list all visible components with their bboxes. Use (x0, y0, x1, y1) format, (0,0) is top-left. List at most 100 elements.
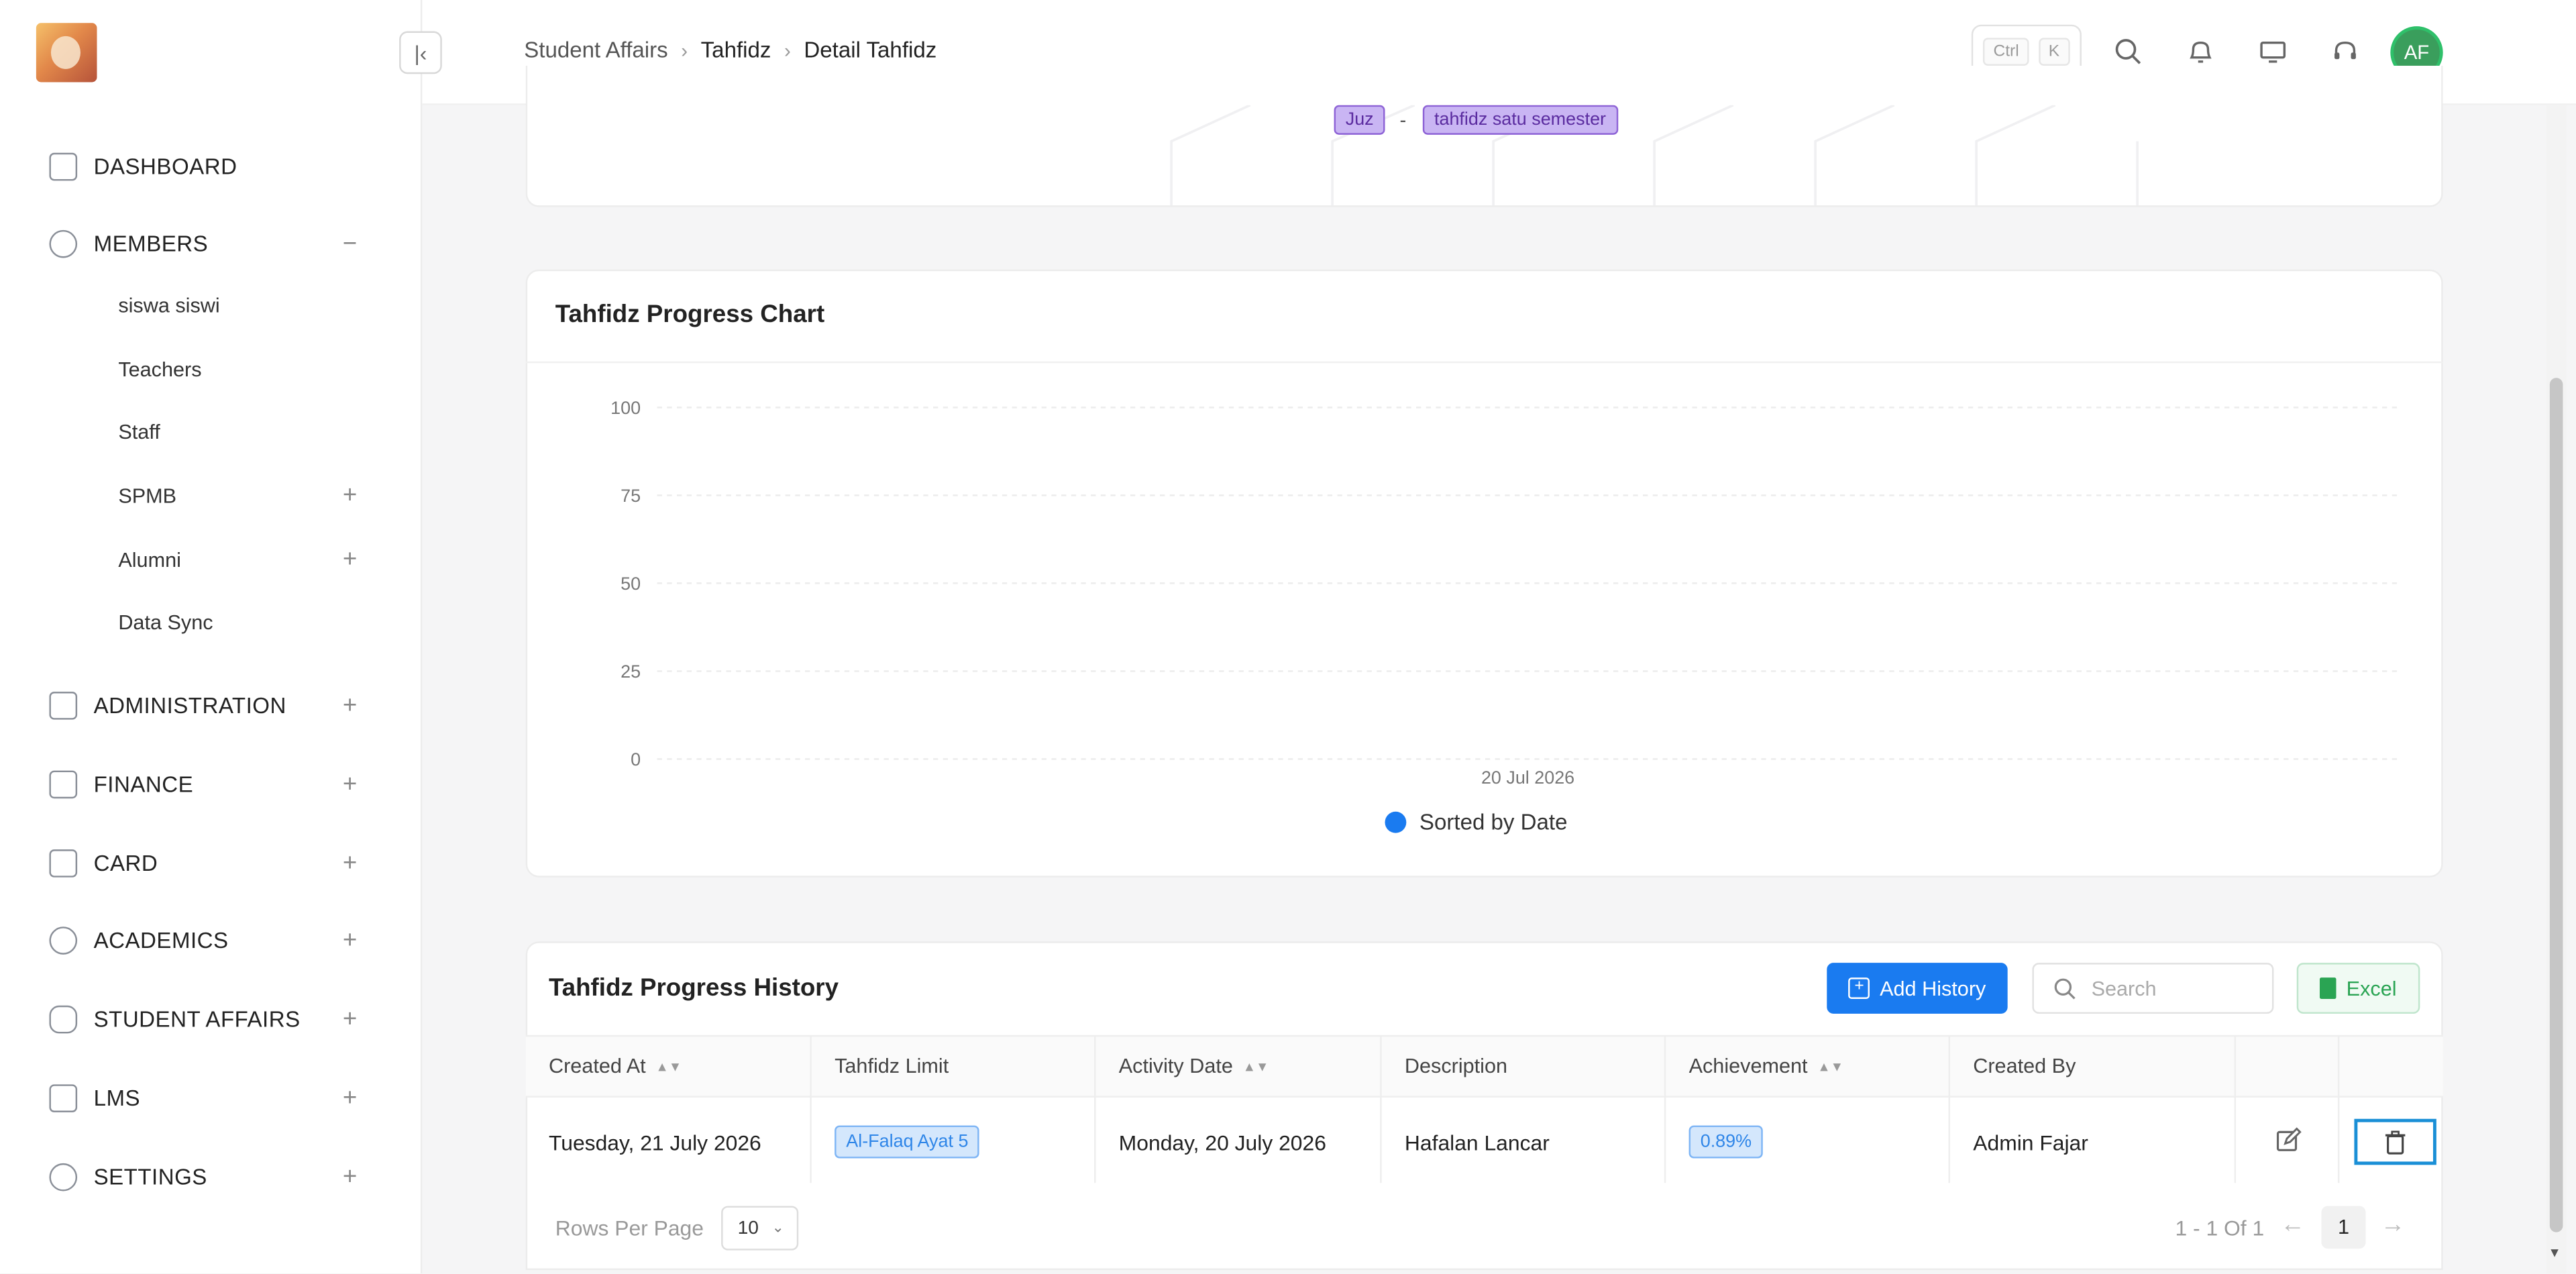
sidebar-item-label: STUDENT AFFAIRS (93, 1006, 301, 1031)
expand-icon[interactable]: + (338, 545, 361, 574)
breadcrumb-student-affairs[interactable]: Student Affairs (524, 38, 667, 62)
expand-icon[interactable]: + (338, 1163, 361, 1191)
column-header-label: Description (1404, 1055, 1508, 1078)
expand-icon[interactable]: + (338, 1083, 361, 1112)
expand-icon[interactable]: + (338, 482, 361, 510)
add-history-label: Add History (1880, 976, 1986, 1000)
pagination-range: 1 - 1 Of 1 (2175, 1216, 2265, 1240)
rows-per-page-value: 10 (737, 1218, 759, 1238)
sidebar-item-lms[interactable]: LMS + (0, 1073, 422, 1122)
column-header-label: Created By (1973, 1055, 2076, 1078)
juz-tag: Juz (1334, 105, 1385, 135)
achievement-badge: 0.89% (1688, 1125, 1764, 1159)
expand-icon[interactable]: + (338, 926, 361, 954)
sidebar-subitem-staff[interactable]: Staff (118, 421, 160, 443)
column-header-description: Description (1405, 1035, 1507, 1098)
dashboard-icon (49, 152, 78, 180)
delete-button[interactable] (2354, 1118, 2436, 1165)
sidebar-subitem-siswa[interactable]: siswa siswi (118, 294, 219, 317)
expand-icon[interactable]: + (338, 691, 361, 719)
tahfidz-limit-badge: Al-Falaq Ayat 5 (835, 1125, 980, 1159)
bell-icon[interactable] (2187, 38, 2215, 66)
column-header-label: Created At (548, 1055, 646, 1078)
breadcrumb-detail: Detail Tahfidz (804, 38, 937, 63)
column-header-achievement[interactable]: Achievement ▲▼ (1689, 1035, 1843, 1098)
legend-marker (1385, 811, 1407, 833)
sort-icon[interactable]: ▲▼ (1243, 1059, 1269, 1073)
sidebar-subitem-alumni[interactable]: Alumni (118, 549, 181, 572)
chart-title: Tahfidz Progress Chart (555, 301, 825, 329)
rows-per-page-select[interactable]: 10 ⌄ (721, 1206, 799, 1251)
edit-icon[interactable] (2275, 1127, 2302, 1153)
trash-icon (2385, 1130, 2406, 1155)
sidebar-item-label: CARD (93, 850, 158, 875)
rows-per-page-label: Rows Per Page (555, 1216, 704, 1240)
cell-created-at: Tuesday, 21 July 2026 (548, 1129, 761, 1155)
sidebar-item-academics[interactable]: ACADEMICS + (0, 915, 422, 964)
sidebar-item-label: ADMINISTRATION (93, 692, 286, 717)
sort-icon[interactable]: ▲▼ (655, 1059, 682, 1073)
column-header-activity-date[interactable]: Activity Date ▲▼ (1119, 1035, 1269, 1098)
expand-icon[interactable]: + (338, 769, 361, 798)
monitor-icon[interactable] (2259, 38, 2287, 66)
sidebar-item-label: LMS (93, 1085, 141, 1110)
finance-icon (49, 769, 78, 798)
next-page-button[interactable]: → (2381, 1211, 2406, 1239)
chevron-right-icon: › (784, 38, 791, 62)
search-icon[interactable] (2114, 38, 2143, 66)
headset-icon[interactable] (2331, 38, 2359, 66)
add-history-button[interactable]: + Add History (1827, 963, 2008, 1014)
members-icon (49, 229, 78, 258)
column-header-created-at[interactable]: Created At ▲▼ (549, 1035, 682, 1098)
sidebar-subitem-data-sync[interactable]: Data Sync (118, 611, 213, 634)
y-tick-label: 25 (621, 661, 641, 682)
sidebar-item-members[interactable]: MEMBERS − (0, 219, 422, 268)
export-excel-button[interactable]: Excel (2296, 963, 2420, 1014)
legend-label: Sorted by Date (1419, 810, 1568, 835)
column-header-label: Tahfidz Limit (835, 1055, 949, 1078)
sidebar-item-dashboard[interactable]: DASHBOARD (0, 142, 422, 191)
breadcrumb-tahfidz[interactable]: Tahfidz (701, 38, 771, 62)
sidebar-item-label: SETTINGS (93, 1164, 207, 1189)
column-header-tahfidz-limit: Tahfidz Limit (835, 1035, 949, 1098)
column-header-label: Activity Date (1118, 1055, 1233, 1078)
school-logo[interactable] (36, 23, 97, 83)
expand-icon[interactable]: + (338, 1005, 361, 1033)
semester-tag: tahfidz satu semester (1422, 105, 1618, 135)
gear-icon (49, 1162, 78, 1191)
column-header-created-by: Created By (1973, 1035, 2076, 1098)
sidebar-item-student-affairs[interactable]: STUDENT AFFAIRS + (0, 994, 422, 1043)
scroll-down-arrow[interactable]: ▼ (2548, 1245, 2561, 1260)
sidebar-item-administration[interactable]: ADMINISTRATION + (0, 680, 422, 729)
scrollbar-thumb[interactable] (2549, 378, 2563, 1232)
separator-dash: - (1399, 108, 1407, 131)
k-key: K (2039, 38, 2070, 66)
ctrl-key: Ctrl (1983, 38, 2029, 66)
add-icon: + (1848, 977, 1870, 999)
prev-page-button[interactable]: ← (2280, 1211, 2305, 1239)
sidebar-subitem-spmb[interactable]: SPMB (118, 484, 176, 507)
x-tick-label: 20 Jul 2026 (1481, 767, 1574, 788)
folder-icon (49, 690, 78, 719)
cell-description: Hafalan Lancar (1404, 1129, 1550, 1155)
sidebar-item-card[interactable]: CARD + (0, 838, 422, 887)
sidebar-item-settings[interactable]: SETTINGS + (0, 1152, 422, 1201)
excel-file-icon (2320, 977, 2337, 999)
y-tick-label: 75 (621, 486, 641, 506)
sidebar-subitem-teachers[interactable]: Teachers (118, 358, 201, 381)
sidebar-item-finance[interactable]: FINANCE + (0, 759, 422, 808)
card-icon (49, 848, 78, 877)
chevron-right-icon: › (681, 38, 688, 62)
y-tick-label: 0 (631, 749, 641, 769)
search-input[interactable]: Search (2032, 963, 2274, 1014)
sort-icon[interactable]: ▲▼ (1817, 1059, 1843, 1073)
collapse-icon[interactable]: − (338, 229, 361, 258)
sidebar-item-label: FINANCE (93, 771, 194, 796)
page-number-button[interactable]: 1 (2321, 1206, 2366, 1249)
collapse-sidebar-button[interactable]: |‹ (399, 31, 442, 74)
lms-icon (49, 1083, 78, 1112)
sidebar-item-label: ACADEMICS (93, 927, 229, 953)
chart-legend[interactable]: Sorted by Date (1385, 810, 1568, 835)
expand-icon[interactable]: + (338, 849, 361, 877)
chevron-down-icon: ⌄ (771, 1219, 785, 1236)
